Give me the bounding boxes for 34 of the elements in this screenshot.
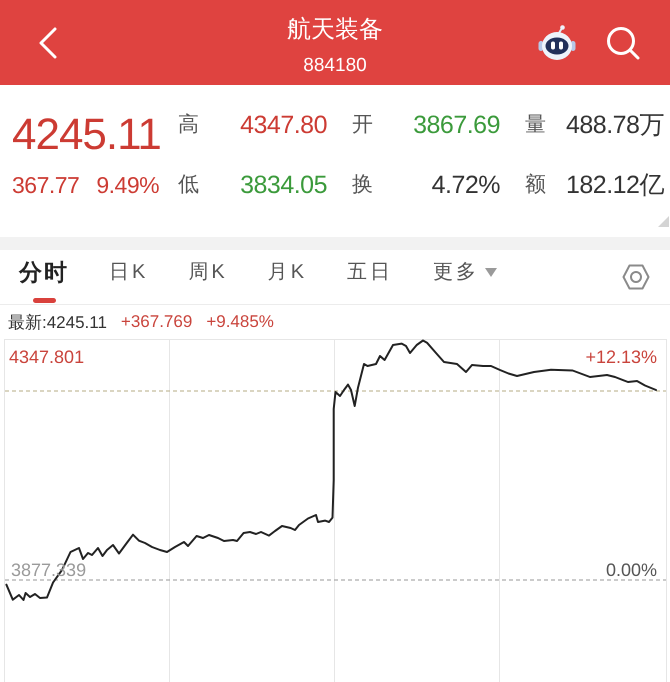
stat-label: 额 — [524, 172, 547, 198]
latest-change: +367.769 — [120, 312, 192, 332]
search-icon[interactable] — [606, 26, 640, 60]
chevron-left-icon[interactable] — [38, 26, 58, 58]
stat-label: 开 — [351, 112, 374, 138]
stat-value: 488.78万 — [565, 110, 665, 140]
latest-price: 最新:4245.11 — [8, 312, 107, 334]
chart-tab[interactable]: 更多 — [433, 250, 498, 304]
stat-value: 4347.80 — [239, 110, 327, 140]
stat-value: 182.12亿 — [565, 170, 665, 200]
percent-change: 9.49% — [96, 171, 160, 200]
stock-code: 884180 — [303, 55, 367, 77]
chart-tab[interactable]: 周K — [188, 250, 228, 304]
stat-label: 低 — [178, 172, 200, 198]
chart-tab[interactable]: 五日 — [347, 250, 394, 304]
stat-label: 换 — [351, 172, 374, 198]
chart-tab[interactable]: 日K — [109, 250, 148, 304]
stat-label: 高 — [178, 112, 200, 138]
stat-value: 3867.69 — [412, 110, 500, 140]
robot-icon[interactable] — [538, 24, 576, 60]
current-price: 4245.11 — [12, 110, 162, 160]
settings-icon[interactable] — [622, 264, 650, 290]
stat-value: 3834.05 — [239, 170, 327, 200]
stock-name: 航天装备 — [287, 16, 383, 44]
chart-tab[interactable]: 分时 — [19, 250, 69, 304]
caret-down-icon — [485, 268, 498, 276]
axis-high-percent: +12.13% — [585, 347, 657, 367]
axis-high-price: 4347.801 — [9, 347, 84, 367]
stat-label: 量 — [524, 112, 547, 138]
chart-tab[interactable]: 月K — [268, 250, 308, 304]
axis-base-percent: 0.00% — [606, 560, 657, 580]
stat-value: 4.72% — [430, 170, 500, 200]
price-change: 367.77 — [12, 171, 80, 200]
latest-percent: +9.485% — [206, 312, 274, 332]
